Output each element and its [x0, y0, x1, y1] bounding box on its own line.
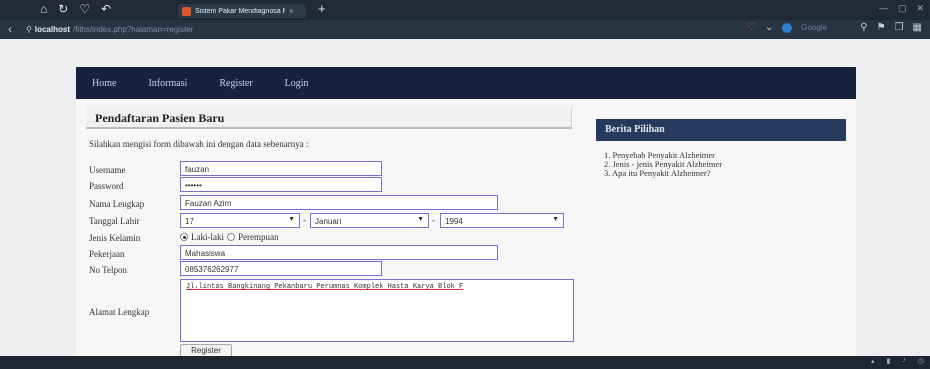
nav-informasi[interactable]: Informasi: [148, 78, 187, 89]
reload-icon[interactable]: ↻: [58, 2, 68, 16]
maximize-icon[interactable]: ▢: [898, 3, 907, 14]
browser-tab[interactable]: Sistem Pakar Mendiagnosa P... ×: [178, 4, 306, 18]
window-icon[interactable]: ❐: [895, 22, 904, 33]
dob-day-select[interactable]: 17 ▼: [180, 213, 300, 228]
search-input[interactable]: Google: [801, 23, 851, 32]
nav-register[interactable]: Register: [219, 78, 252, 89]
address-textarea[interactable]: Jl.lintas Bangkinang Pekanbaru Perumnas …: [180, 279, 574, 342]
network-icon[interactable]: ▴: [871, 357, 875, 365]
chevron-down-icon: ▼: [288, 216, 295, 223]
nav-login[interactable]: Login: [285, 78, 309, 89]
dob-day-value: 17: [185, 217, 194, 226]
sidebar-title: Berita Pilihan: [596, 119, 846, 141]
new-tab-icon[interactable]: +: [318, 1, 326, 16]
site-navbar: Home Informasi Register Login: [76, 67, 856, 99]
site-info-icon[interactable]: ⚲: [26, 25, 32, 34]
username-input[interactable]: fauzan: [180, 161, 382, 176]
web-page: Home Informasi Register Login Pendaftara…: [0, 39, 930, 357]
sidebar-news-item[interactable]: 3. Apa itu Penyakit Alzheimer?: [604, 169, 722, 178]
browser-titlebar: ⌂ ↻ ♡ ↶ Sistem Pakar Mendiagnosa P... × …: [0, 0, 930, 20]
form-title: Pendaftaran Pasien Baru: [86, 107, 572, 129]
phone-label: No Telpon: [89, 265, 127, 275]
window-controls: — ▢ ✕: [879, 3, 924, 14]
form-intro: Silahkan mengisi form dibawah ini dengan…: [89, 139, 309, 149]
gender-radio-group: Laki-laki Perempuan: [180, 232, 279, 242]
job-label: Pekerjaan: [89, 249, 125, 259]
gender-female-label: Perempuan: [238, 232, 279, 242]
battery-icon[interactable]: ▮: [887, 357, 891, 365]
address-right-tools: ♡ ⌄ Google ⚲ ⚑ ❐ ▦: [747, 22, 922, 33]
minimize-icon[interactable]: —: [879, 3, 888, 14]
dob-year-select[interactable]: 1994 ▼: [440, 213, 564, 228]
chevron-down-icon: ▼: [417, 216, 424, 223]
tab-title: Sistem Pakar Mendiagnosa P...: [195, 7, 285, 15]
clock-icon[interactable]: ◷: [918, 357, 924, 365]
dob-month-value: Januari: [315, 217, 342, 226]
address-text: Jl.lintas Bangkinang Pekanbaru Perumnas …: [186, 283, 464, 291]
chevron-down-icon[interactable]: ⌄: [765, 22, 773, 33]
dob-month-select[interactable]: Januari ▼: [310, 213, 429, 228]
system-tray: ▴ ▮ ♪ ◷: [871, 357, 924, 365]
undo-icon[interactable]: ↶: [101, 2, 111, 16]
address-label: Alamat Lengkap: [89, 307, 150, 317]
name-label: Nama Lengkap: [89, 199, 145, 209]
tab-close-icon[interactable]: ×: [289, 7, 294, 16]
username-label: Username: [89, 165, 126, 175]
dob-year-value: 1994: [445, 217, 463, 226]
os-taskbar: ▴ ▮ ♪ ◷: [0, 356, 930, 369]
search-icon[interactable]: ⚲: [860, 22, 867, 33]
search-engine-icon[interactable]: [782, 22, 793, 33]
password-label: Password: [89, 181, 124, 191]
heart-icon[interactable]: ♡: [747, 22, 756, 33]
job-input[interactable]: Mahasiswa: [180, 245, 498, 260]
url-field[interactable]: ⚲ localhost /fiths/index.php?halaman=reg…: [26, 23, 626, 36]
phone-input[interactable]: 085376262977: [180, 261, 382, 276]
url-path: /fiths/index.php?halaman=register: [72, 25, 194, 34]
back-icon[interactable]: ‹: [8, 22, 12, 36]
browser-nav-icons: ⌂ ↻ ♡ ↶: [40, 2, 111, 16]
nav-home[interactable]: Home: [92, 78, 116, 89]
close-window-icon[interactable]: ✕: [916, 3, 924, 14]
dob-separator: -: [432, 215, 435, 225]
home-icon[interactable]: ⌂: [40, 2, 47, 16]
content-panel: Pendaftaran Pasien Baru Silahkan mengisi…: [76, 99, 856, 357]
favorite-icon[interactable]: ♡: [79, 2, 90, 16]
site-favicon-icon: [182, 6, 191, 16]
chevron-down-icon: ▼: [552, 216, 559, 223]
sidebar-news-list: 1. Penyebab Penyakit Alzheimer 2. Jenis …: [604, 151, 722, 178]
gender-label: Jenis Kelamin: [89, 233, 141, 243]
volume-icon[interactable]: ♪: [902, 357, 906, 365]
bookmark-icon[interactable]: ⚑: [877, 22, 886, 33]
url-host: localhost: [34, 25, 70, 34]
dob-separator: -: [303, 215, 306, 225]
gender-male-radio[interactable]: [180, 233, 188, 241]
grid-icon[interactable]: ▦: [913, 22, 922, 33]
password-input[interactable]: ••••••: [180, 177, 382, 192]
gender-female-radio[interactable]: [227, 233, 235, 241]
dob-label: Tanggal Lahir: [89, 216, 140, 226]
full-name-input[interactable]: Fauzan Azim: [180, 195, 498, 210]
gender-male-label: Laki-laki: [191, 232, 224, 242]
address-bar: ‹ ⚲ localhost /fiths/index.php?halaman=r…: [0, 20, 930, 39]
